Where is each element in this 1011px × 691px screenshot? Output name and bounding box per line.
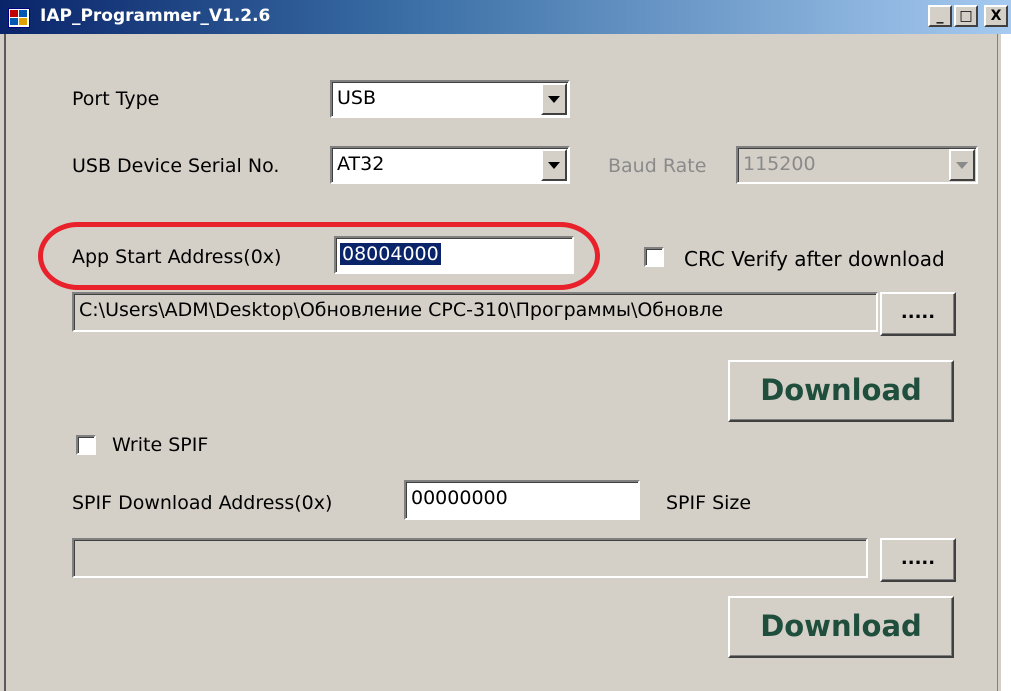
file-path-value: C:\Users\ADM\Desktop\Обновление CPC-310\…	[79, 299, 724, 321]
usb-serial-value: AT32	[337, 153, 385, 175]
spif-file-path-field[interactable]	[72, 538, 868, 578]
write-spif-label: Write SPIF	[112, 434, 209, 456]
crc-verify-checkbox[interactable]	[644, 247, 664, 267]
port-type-label: Port Type	[72, 88, 160, 110]
close-button[interactable]: X	[984, 5, 1008, 27]
port-type-select[interactable]: USB	[330, 80, 570, 118]
maximize-button[interactable]: □	[954, 5, 978, 27]
spif-address-value: 00000000	[411, 487, 508, 509]
port-type-value: USB	[337, 87, 377, 109]
write-spif-checkbox[interactable]	[76, 435, 96, 455]
maximize-icon: □	[959, 8, 973, 24]
window-frame-left	[0, 34, 6, 691]
crc-verify-label: CRC Verify after download	[684, 247, 945, 271]
minimize-icon: _	[936, 8, 944, 24]
chevron-down-icon[interactable]	[541, 149, 567, 181]
spif-address-input[interactable]: 00000000	[404, 480, 640, 520]
baud-rate-value: 115200	[743, 153, 816, 175]
baud-rate-label: Baud Rate	[608, 155, 707, 177]
spif-address-label: SPIF Download Address(0x)	[72, 492, 333, 514]
title-bar[interactable]: IAP_Programmer_V1.2.6 _ □ X	[0, 0, 1011, 34]
file-path-field[interactable]: C:\Users\ADM\Desktop\Обновление CPC-310\…	[72, 292, 878, 332]
app-icon	[8, 8, 30, 28]
usb-serial-select[interactable]: AT32	[330, 146, 570, 184]
window-frame-right	[997, 34, 1011, 691]
baud-rate-select: 115200	[736, 146, 978, 184]
usb-serial-label: USB Device Serial No.	[72, 155, 280, 177]
browse-file-button[interactable]: .....	[880, 292, 956, 336]
close-icon: X	[990, 8, 1002, 24]
minimize-button[interactable]: _	[928, 5, 952, 27]
browse-spif-button[interactable]: .....	[880, 538, 956, 582]
iap-programmer-window: IAP_Programmer_V1.2.6 _ □ X Port Type US…	[0, 0, 1011, 691]
chevron-down-icon[interactable]	[541, 83, 567, 115]
red-annotation-ellipse	[38, 222, 600, 290]
window-title: IAP_Programmer_V1.2.6	[40, 6, 271, 26]
download-button[interactable]: Download	[728, 360, 954, 422]
download-spif-button[interactable]: Download	[728, 596, 954, 658]
chevron-down-icon	[949, 149, 975, 181]
spif-size-label: SPIF Size	[666, 492, 752, 514]
